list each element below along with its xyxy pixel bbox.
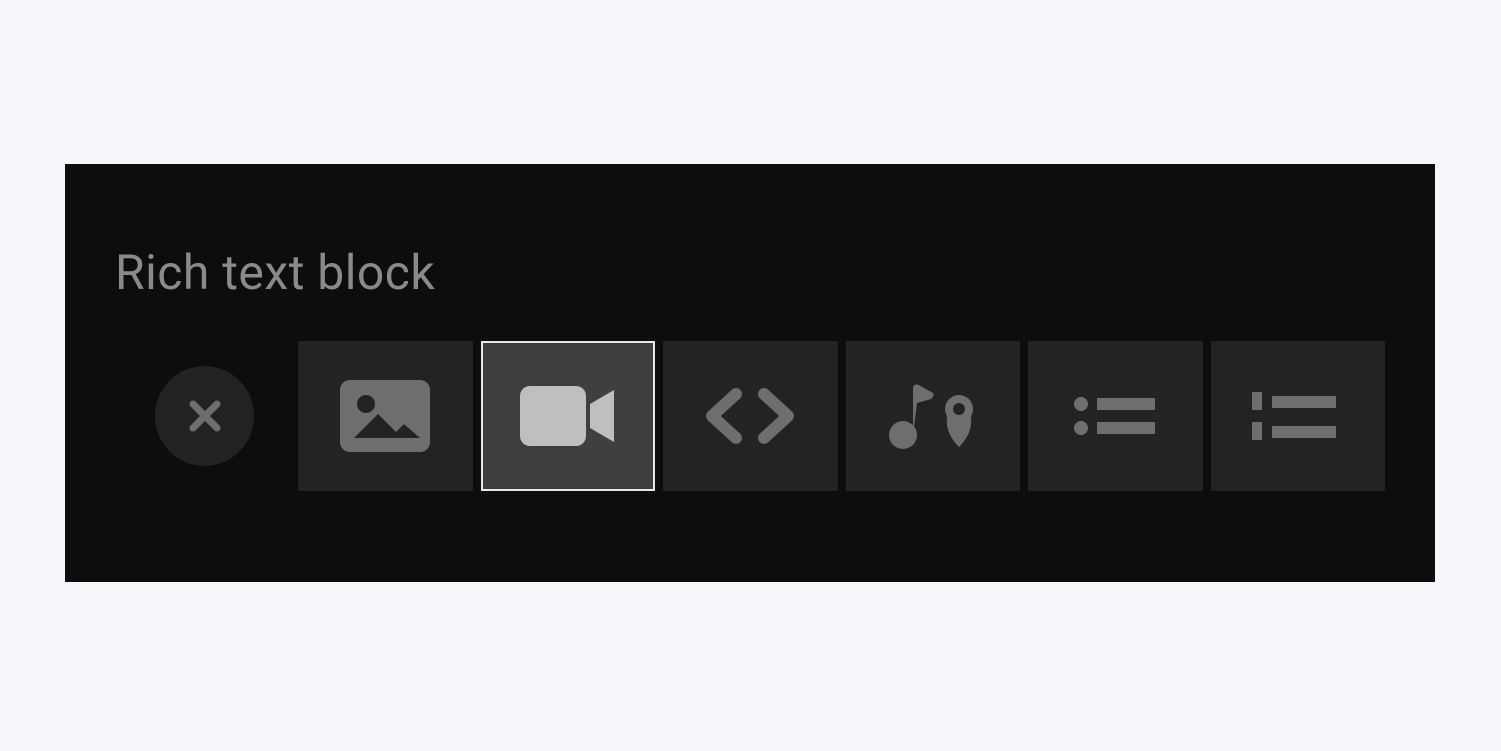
close-icon bbox=[185, 396, 225, 436]
bulleted-list-icon bbox=[1073, 392, 1157, 440]
image-icon bbox=[340, 380, 430, 452]
block-type-toolbar bbox=[155, 341, 1385, 491]
code-icon bbox=[702, 386, 798, 446]
bulleted-list-block-button[interactable] bbox=[1028, 341, 1202, 491]
video-block-button[interactable] bbox=[481, 341, 656, 491]
code-block-button[interactable] bbox=[663, 341, 837, 491]
icon-list-block-button[interactable] bbox=[1211, 341, 1385, 491]
close-button[interactable] bbox=[155, 366, 254, 466]
video-icon bbox=[520, 384, 616, 448]
image-block-button[interactable] bbox=[298, 341, 472, 491]
icon-list-icon bbox=[1252, 390, 1344, 442]
panel-title: Rich text block bbox=[115, 244, 1385, 301]
audio-map-block-button[interactable] bbox=[846, 341, 1020, 491]
rich-text-block-panel: Rich text block bbox=[65, 164, 1435, 582]
audio-map-icon bbox=[881, 379, 985, 453]
